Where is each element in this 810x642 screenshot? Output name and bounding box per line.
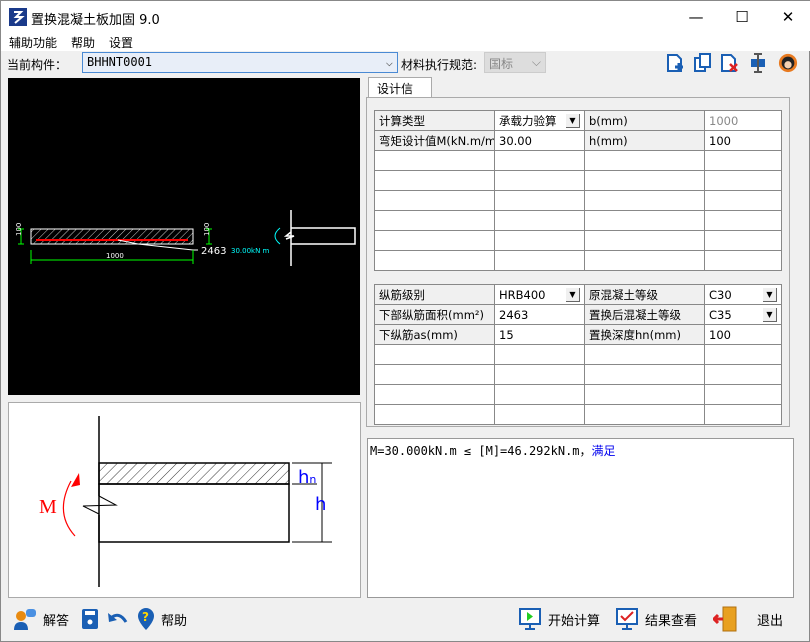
result-status: 满足	[591, 444, 616, 458]
table-row: 纵筋级别 HRB400 ▼ 原混凝土等级 C30 ▼	[374, 284, 782, 305]
help-icon: ?	[138, 608, 154, 630]
h-input[interactable]: 100	[704, 130, 782, 151]
start-calc-icon	[519, 608, 541, 630]
b-value: 1000	[704, 110, 782, 131]
table-row: 下部纵筋面积(mm²) 2463 置换后混凝土等级 C35 ▼	[374, 304, 782, 325]
h-label: h	[315, 494, 326, 515]
section-drawing: 100 100 1000 2463 30.00kN m	[15, 210, 356, 266]
original-slab	[98, 483, 290, 543]
material-table: 纵筋级别 HRB400 ▼ 原混凝土等级 C30 ▼ 下部纵筋面积(mm²) 246…	[374, 284, 782, 425]
delete-component-icon[interactable]	[719, 53, 741, 73]
exit-door-icon	[713, 606, 737, 632]
minimize-button[interactable]: —	[673, 1, 719, 33]
exit-button[interactable]: 退出	[713, 606, 784, 632]
app-logo-icon	[9, 8, 27, 26]
table-row: 计算类型 承载力验算 ▼ b(mm) 1000	[374, 110, 782, 131]
result-output: M=30.000kN.m ≤ [M]=46.292kN.m，满足	[367, 438, 794, 598]
dim-left-text: 100	[15, 223, 23, 236]
svg-text:?: ?	[142, 610, 149, 624]
menu-bar: 辅助功能 帮助 设置	[1, 33, 810, 51]
schematic-diagram: M hn h	[8, 402, 361, 598]
code-value: 国标	[489, 57, 514, 71]
section-icon[interactable]	[748, 53, 770, 73]
as-input[interactable]: 15	[494, 324, 585, 345]
moment-input[interactable]: 30.00	[494, 130, 585, 151]
calc-type-select[interactable]: 承载力验算 ▼	[494, 110, 585, 131]
answer-label: 解答	[43, 613, 70, 629]
hn-input[interactable]: 100	[704, 324, 782, 345]
tab-design-info[interactable]: 设计信息	[368, 77, 432, 113]
rebar-grade-label: 纵筋级别	[374, 284, 495, 305]
hn-label: hn	[298, 467, 316, 488]
moment-arc-icon	[274, 227, 281, 245]
moment-text: 30.00kN m	[231, 247, 270, 255]
component-value: BHHNT0001	[87, 55, 153, 69]
rebar-grade-select[interactable]: HRB400 ▼	[494, 284, 585, 305]
slab-section	[30, 228, 194, 245]
window-title: 置换混凝土板加固 9.0	[31, 13, 160, 28]
save-icon[interactable]	[81, 608, 99, 630]
dim-right-text: 100	[203, 223, 211, 236]
component-select[interactable]: BHHNT0001 ⌵	[82, 52, 398, 73]
orig-concrete-label: 原混凝土等级	[584, 284, 705, 305]
view-results-label: 结果查看	[645, 613, 698, 629]
design-info-panel: 计算类型 承载力验算 ▼ b(mm) 1000 弯矩设计值M(kN.m/m) 30…	[366, 97, 790, 427]
as-label: 下纵筋as(mm)	[374, 324, 495, 345]
width-text: 1000	[106, 252, 124, 260]
exit-label: 退出	[757, 613, 784, 629]
component-label: 当前构件：	[7, 58, 68, 72]
new-concrete-select[interactable]: C35 ▼	[704, 304, 782, 325]
support-avatar-icon[interactable]	[777, 53, 799, 73]
replacement-layer	[98, 462, 290, 485]
close-button[interactable]: ✕	[765, 1, 810, 33]
h-label: h(mm)	[584, 130, 705, 151]
rebar-area-label: 下部纵筋面积(mm²)	[374, 304, 495, 325]
moment-label: M	[39, 496, 57, 518]
menu-settings[interactable]: 设置	[109, 34, 133, 51]
title-bar: 置换混凝土板加固 9.0 — ☐ ✕	[1, 1, 810, 33]
undo-icon[interactable]	[107, 610, 129, 628]
new-component-icon[interactable]	[665, 53, 687, 73]
view-results-icon	[616, 608, 638, 630]
menu-help[interactable]: 帮助	[71, 34, 95, 51]
menu-assist[interactable]: 辅助功能	[9, 34, 57, 51]
result-text: M=30.000kN.m ≤ [M]=46.292kN.m，	[370, 444, 592, 458]
code-label: 材料执行规范:	[401, 58, 478, 72]
area-text: 2463	[201, 246, 226, 257]
moment-arrow-icon	[62, 480, 76, 537]
answer-icon	[14, 609, 36, 630]
table-row: 下纵筋as(mm) 15 置换深度hn(mm) 100	[374, 324, 782, 345]
start-calc-button[interactable]: 开始计算	[518, 607, 600, 631]
hn-label: 置换深度hn(mm)	[584, 324, 705, 345]
rebar-area-input[interactable]: 2463	[494, 304, 585, 325]
calc-type-label: 计算类型	[374, 110, 495, 131]
section-canvas: 100 100 1000 2463 30.00kN m	[8, 78, 360, 395]
orig-concrete-select[interactable]: C30 ▼	[704, 284, 782, 305]
moment-label: 弯矩设计值M(kN.m/m)	[374, 130, 495, 151]
copy-component-icon[interactable]	[692, 53, 714, 73]
b-label: b(mm)	[584, 110, 705, 131]
help-label: 帮助	[161, 613, 188, 629]
help-button[interactable]: ? 帮助	[137, 607, 187, 631]
code-select[interactable]: 国标 ⌵	[484, 52, 546, 73]
view-results-button[interactable]: 结果查看	[615, 607, 697, 631]
start-calc-label: 开始计算	[548, 613, 601, 629]
maximize-button[interactable]: ☐	[719, 1, 765, 33]
answer-button[interactable]: 解答	[13, 607, 69, 631]
new-concrete-label: 置换后混凝土等级	[584, 304, 705, 325]
elevation-sketch	[283, 210, 356, 266]
design-table: 计算类型 承载力验算 ▼ b(mm) 1000 弯矩设计值M(kN.m/m) 30…	[374, 110, 782, 271]
schematic-drawing: M hn h	[39, 416, 332, 587]
table-row: 弯矩设计值M(kN.m/m) 30.00 h(mm) 100	[374, 130, 782, 151]
